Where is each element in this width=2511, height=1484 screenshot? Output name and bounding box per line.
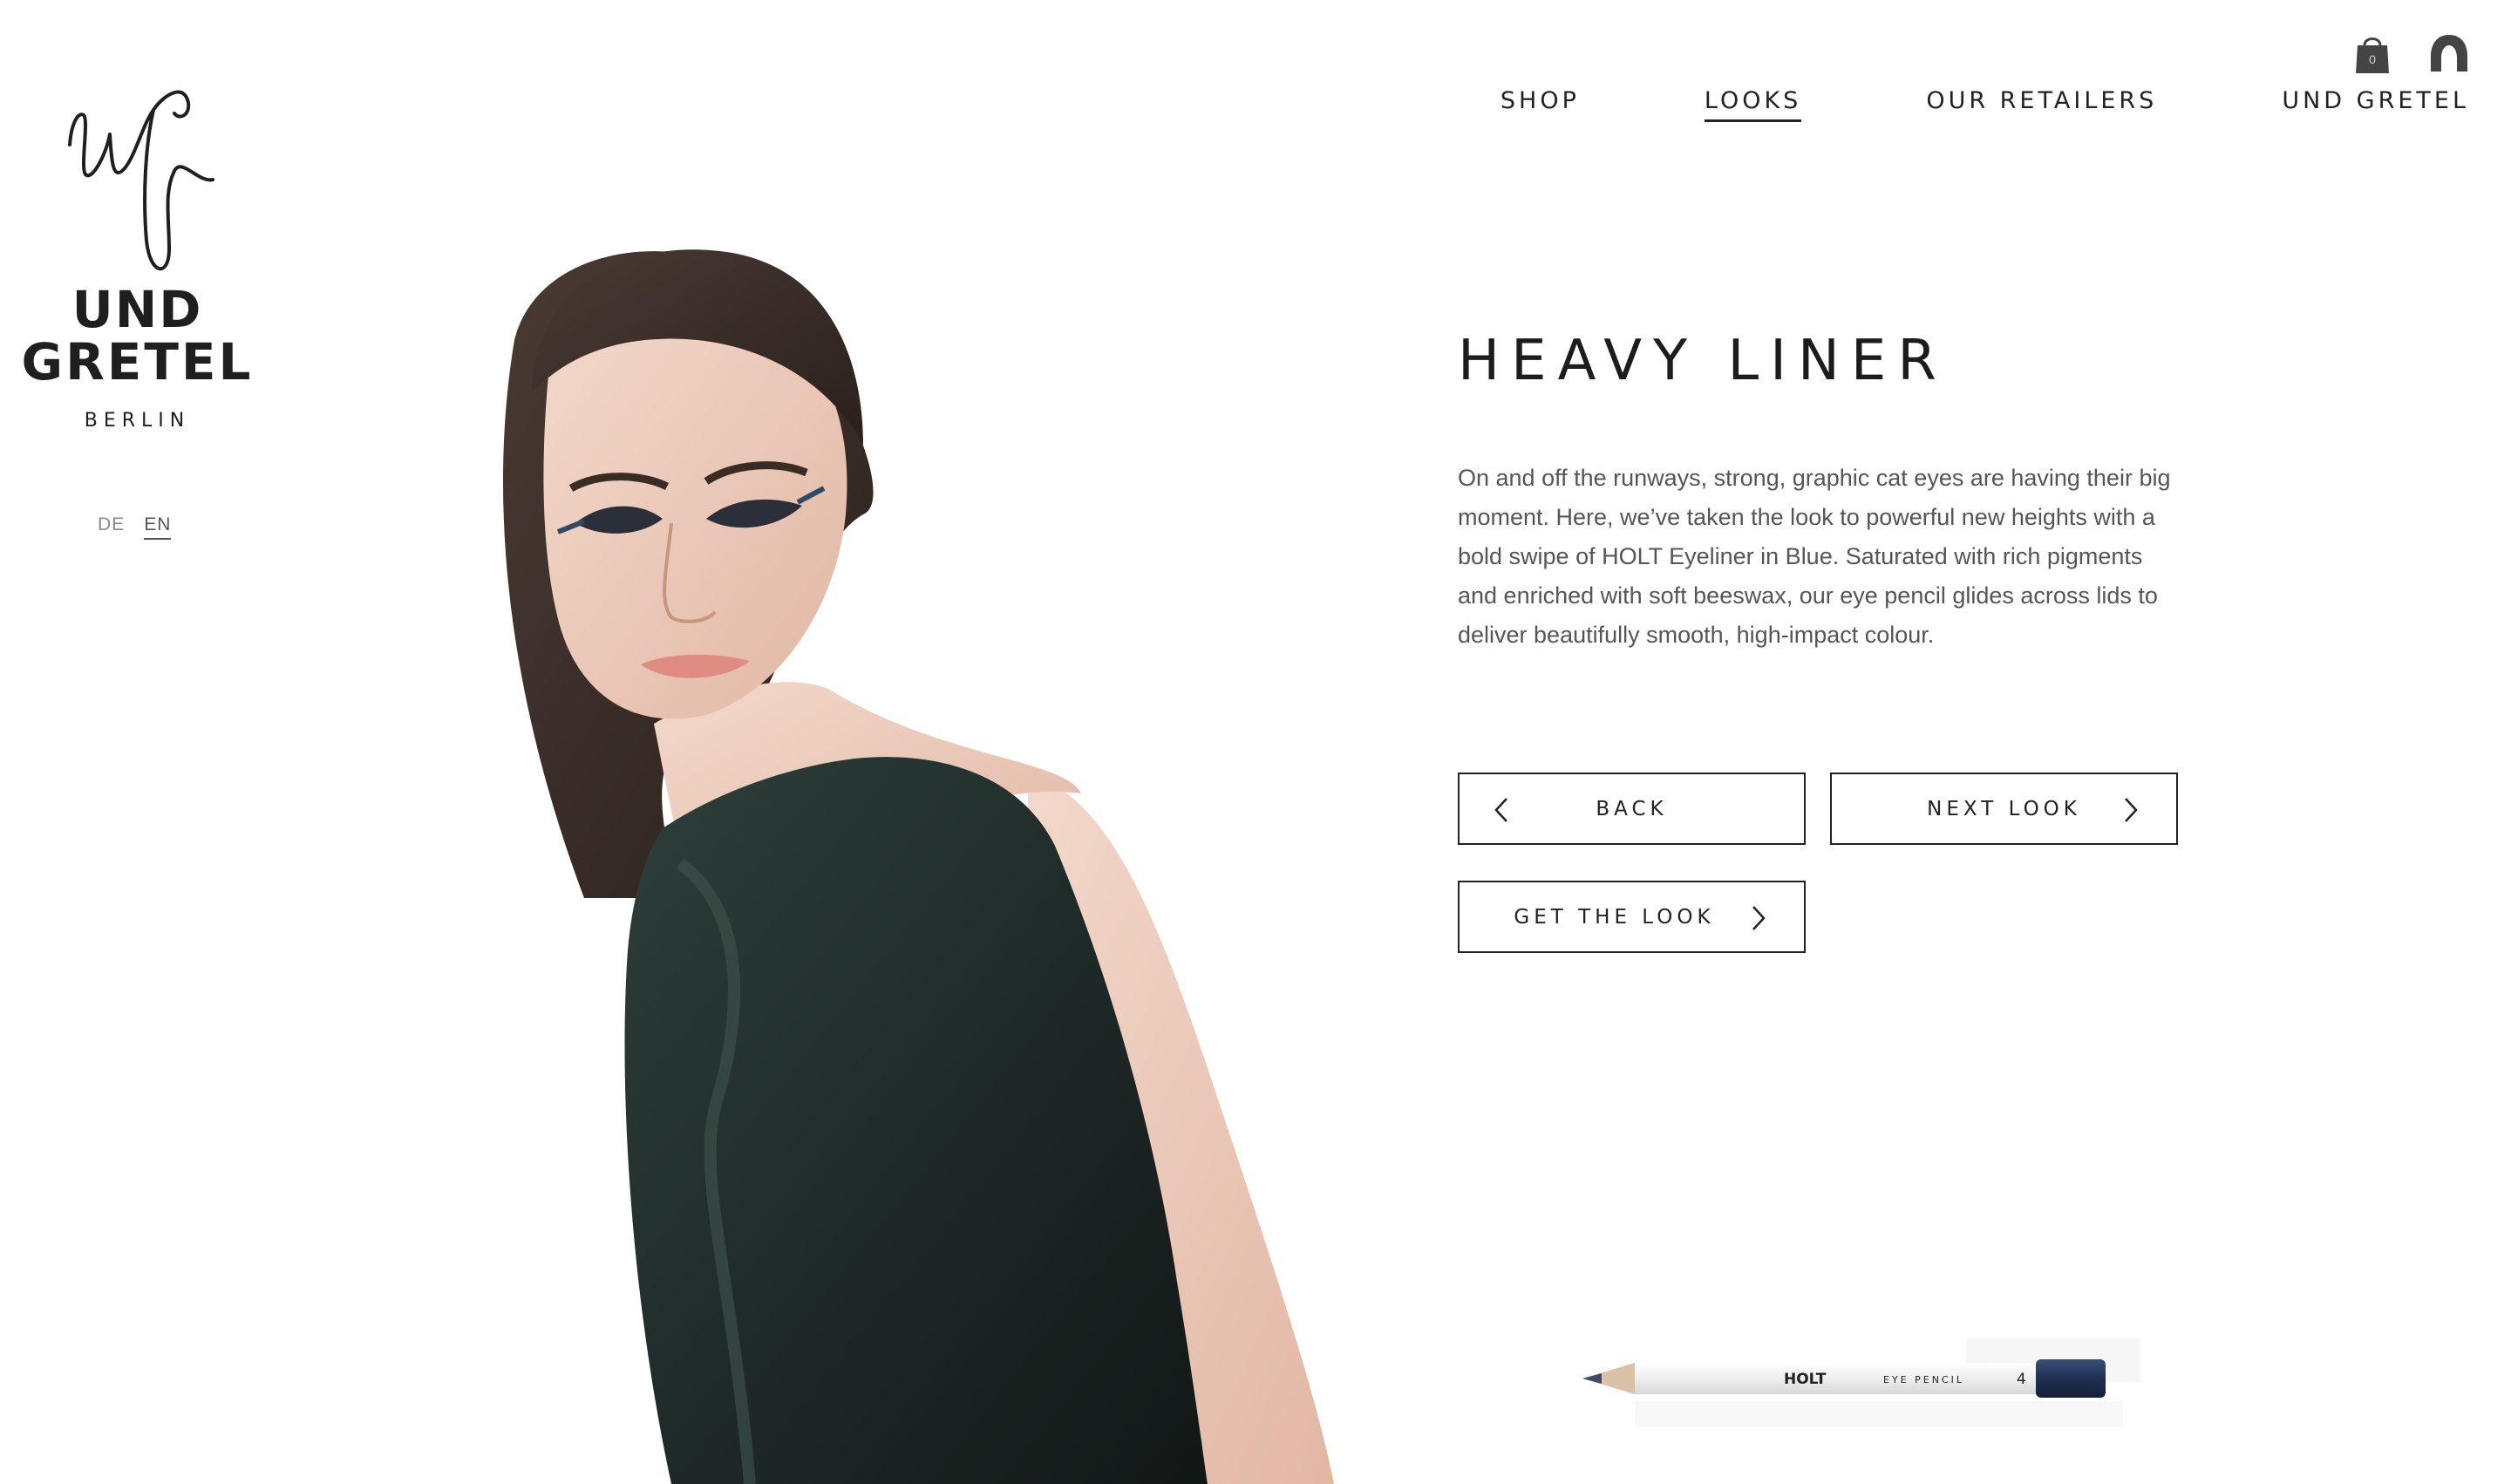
pencil-number: 4 bbox=[2017, 1371, 2026, 1388]
monogram-logo: uG bbox=[67, 90, 214, 276]
next-look-button[interactable]: NEXT LOOK bbox=[1830, 773, 2178, 845]
shopping-bag-icon[interactable]: 0 bbox=[2352, 33, 2392, 75]
navigation-buttons: BACK NEXT LOOK bbox=[1458, 773, 2178, 845]
brand-name-line2: GRETEL bbox=[21, 332, 254, 391]
header-icons: 0 bbox=[2352, 33, 2469, 75]
brand-city: BERLIN bbox=[84, 410, 191, 432]
nav-our-retailers[interactable]: OUR RETAILERS bbox=[1926, 87, 2157, 122]
chevron-left-icon bbox=[1494, 798, 1507, 822]
chevron-right-icon bbox=[2125, 798, 2138, 822]
product-eye-pencil: HOLT EYE PENCIL 4 bbox=[1582, 1338, 2140, 1427]
language-en[interactable]: EN bbox=[144, 514, 172, 540]
back-button-label: BACK bbox=[1596, 797, 1668, 820]
get-look-row: GET THE LOOK bbox=[1458, 881, 1806, 953]
svg-text:uG: uG bbox=[138, 274, 140, 276]
language-de[interactable]: DE bbox=[98, 514, 125, 540]
page: uG UND GRETEL BERLIN DE EN 0 SHOP LOOKS … bbox=[0, 0, 2511, 1484]
look-content: HEAVY LINER On and off the runways, stro… bbox=[1458, 333, 2181, 655]
get-the-look-label: GET THE LOOK bbox=[1514, 905, 1715, 929]
user-icon[interactable] bbox=[2429, 33, 2469, 75]
look-title: HEAVY LINER bbox=[1458, 329, 1948, 393]
chevron-right-icon bbox=[1752, 906, 1766, 930]
language-switcher: DE EN bbox=[98, 514, 172, 540]
user-glyph bbox=[2431, 35, 2467, 71]
nav-und-gretel[interactable]: UND GRETEL bbox=[2282, 87, 2469, 122]
get-the-look-button[interactable]: GET THE LOOK bbox=[1458, 881, 1806, 953]
next-look-button-label: NEXT LOOK bbox=[1927, 797, 2081, 820]
brand-name-line1: UND bbox=[71, 280, 203, 339]
main-nav: SHOP LOOKS OUR RETAILERS UND GRETEL bbox=[1500, 87, 2469, 122]
cart-count: 0 bbox=[2369, 52, 2376, 66]
pencil-brand: HOLT bbox=[1784, 1371, 1827, 1388]
back-button[interactable]: BACK bbox=[1458, 773, 1806, 845]
nav-shop[interactable]: SHOP bbox=[1500, 87, 1580, 122]
look-description: On and off the runways, strong, graphic … bbox=[1458, 465, 2171, 648]
pencil-type: EYE PENCIL bbox=[1883, 1374, 1964, 1385]
nav-looks[interactable]: LOOKS bbox=[1704, 87, 1802, 122]
brand-logo[interactable]: uG UND GRETEL BERLIN bbox=[0, 70, 275, 432]
model-photo bbox=[502, 249, 1334, 1484]
